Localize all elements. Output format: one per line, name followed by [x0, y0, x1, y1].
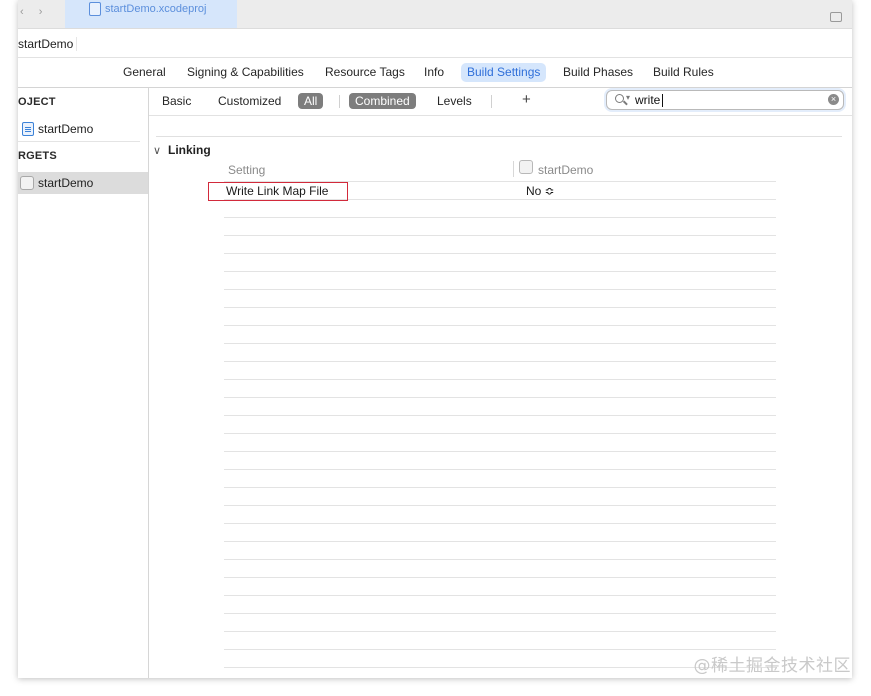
empty-table-row — [224, 487, 776, 505]
empty-table-row — [224, 559, 776, 577]
tab-info[interactable]: Info — [418, 63, 450, 82]
empty-table-row — [224, 469, 776, 487]
search-input[interactable] — [635, 92, 825, 108]
breadcrumb-divider — [76, 37, 77, 51]
chevron-down-icon[interactable]: ▾ — [626, 93, 630, 102]
view-combined-button[interactable]: Combined — [349, 93, 416, 109]
filter-all-button[interactable]: All — [298, 93, 324, 109]
project-editor-tabs: General Signing & Capabilities Resource … — [18, 58, 852, 88]
empty-table-row — [224, 307, 776, 325]
project-file-icon — [22, 122, 34, 136]
targets-heading: RGETS — [18, 150, 57, 162]
annotation-highlight-box — [208, 182, 348, 201]
tab-resource-tags[interactable]: Resource Tags — [319, 63, 411, 82]
empty-table-row — [224, 379, 776, 397]
disclosure-chevron-icon[interactable]: ∨ — [153, 144, 161, 157]
project-targets-sidebar: OJECT startDemo RGETS startDemo — [18, 88, 149, 678]
build-settings-table: ∨ Linking Setting startDemo Write Link M… — [149, 116, 852, 678]
column-header-setting: Setting — [228, 163, 266, 177]
empty-table-row — [224, 289, 776, 307]
tab-build-phases[interactable]: Build Phases — [557, 63, 639, 82]
empty-table-row — [224, 217, 776, 235]
tab-general[interactable]: General — [117, 63, 172, 82]
text-cursor — [662, 94, 663, 107]
xcode-window: ‹ › startDemo.xcodeproj startDemo Genera… — [18, 0, 852, 678]
add-setting-button[interactable]: + — [522, 91, 531, 108]
empty-table-row — [224, 343, 776, 361]
column-header-target: startDemo — [538, 163, 594, 177]
empty-table-row — [224, 253, 776, 271]
jump-bar: startDemo — [18, 29, 852, 58]
empty-table-row — [224, 415, 776, 433]
clear-search-icon[interactable]: × — [828, 94, 839, 105]
empty-table-row — [224, 325, 776, 343]
nav-arrows-icon[interactable]: ‹ › — [20, 6, 48, 18]
empty-table-row — [224, 361, 776, 379]
file-tab[interactable]: startDemo.xcodeproj — [65, 0, 237, 28]
empty-table-row — [224, 451, 776, 469]
search-field[interactable]: ▾ × — [606, 90, 844, 110]
sidebar-item-label: startDemo — [38, 176, 94, 190]
build-settings-filter-bar: Basic Customized All Combined Levels + ▾… — [149, 88, 852, 116]
empty-table-row — [224, 199, 776, 217]
tab-signing-capabilities[interactable]: Signing & Capabilities — [181, 63, 310, 82]
sidebar-item-target[interactable]: startDemo — [18, 172, 148, 194]
app-target-icon — [20, 176, 34, 190]
empty-table-row — [224, 523, 776, 541]
empty-table-row — [224, 541, 776, 559]
xcodeproj-file-icon — [89, 2, 101, 16]
empty-table-row — [224, 271, 776, 289]
filter-divider — [491, 95, 492, 108]
sidebar-item-label: startDemo — [38, 122, 94, 136]
filter-basic-button[interactable]: Basic — [156, 93, 197, 109]
project-heading: OJECT — [18, 96, 56, 108]
file-tab-label: startDemo.xcodeproj — [105, 3, 207, 15]
split-view-icon[interactable] — [830, 12, 842, 22]
section-title-linking[interactable]: Linking — [168, 143, 211, 157]
setting-value-popup[interactable]: No ≎ — [526, 184, 555, 198]
empty-table-row — [224, 631, 776, 649]
column-divider — [513, 161, 514, 177]
watermark-text: @稀土掘金技术社区 — [693, 656, 851, 676]
empty-table-row — [224, 505, 776, 523]
filter-divider — [339, 95, 340, 108]
empty-table-row — [224, 577, 776, 595]
sidebar-divider — [18, 141, 140, 142]
window-tab-strip: ‹ › startDemo.xcodeproj — [18, 0, 852, 29]
breadcrumb[interactable]: startDemo — [18, 37, 73, 51]
tab-build-rules[interactable]: Build Rules — [647, 63, 720, 82]
empty-table-row — [224, 235, 776, 253]
tab-build-settings[interactable]: Build Settings — [461, 63, 547, 82]
sidebar-item-project[interactable]: startDemo — [18, 118, 148, 140]
view-levels-button[interactable]: Levels — [431, 93, 478, 109]
search-icon — [615, 94, 624, 103]
empty-table-row — [224, 595, 776, 613]
app-target-icon — [519, 160, 533, 174]
empty-table-row — [224, 433, 776, 451]
filter-customized-button[interactable]: Customized — [212, 93, 287, 109]
empty-table-row — [224, 397, 776, 415]
empty-table-row — [224, 613, 776, 631]
section-divider — [156, 136, 842, 137]
settings-rows: Write Link Map File No ≎ — [224, 181, 776, 678]
